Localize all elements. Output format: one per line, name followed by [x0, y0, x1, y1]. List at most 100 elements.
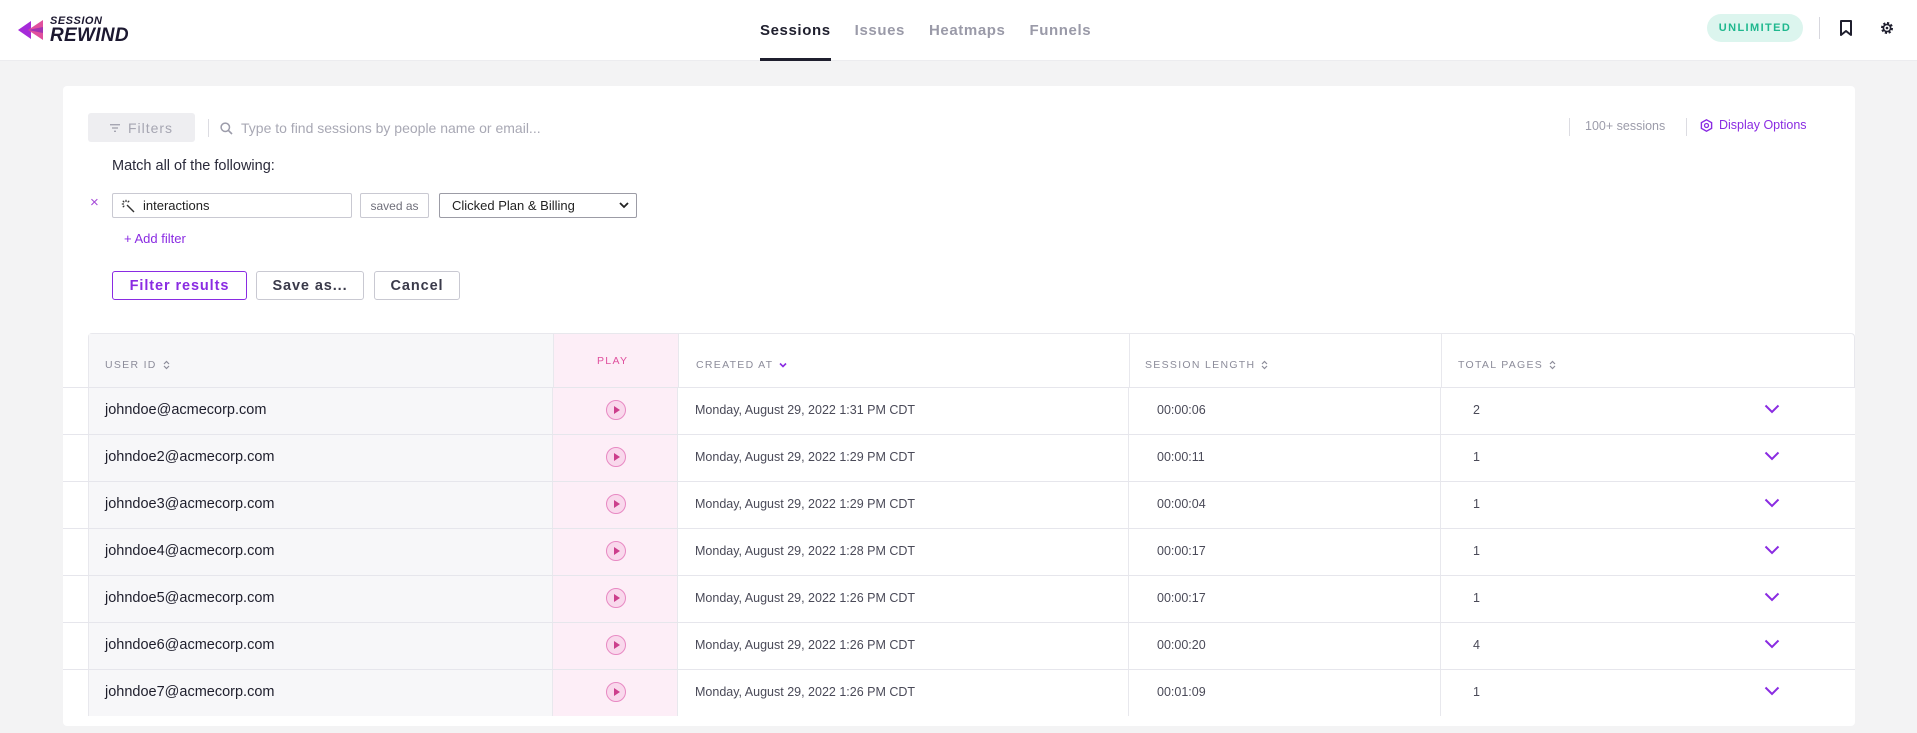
header-session-length[interactable]: SESSION LENGTH	[1145, 359, 1268, 371]
tab-issues[interactable]: Issues	[855, 0, 905, 61]
row-total-pages: 1	[1473, 685, 1480, 699]
header-user-id[interactable]: USER ID	[105, 359, 170, 371]
display-options-button[interactable]: Display Options	[1700, 118, 1807, 132]
filter-operator[interactable]: saved as	[360, 193, 429, 218]
row-user-id: johndoe4@acmecorp.com	[105, 543, 275, 559]
filters-button[interactable]: Filters	[88, 113, 195, 142]
tab-heatmaps[interactable]: Heatmaps	[929, 0, 1006, 61]
row-total-pages: 1	[1473, 544, 1480, 558]
row-total-pages: 1	[1473, 497, 1480, 511]
row-created-at: Monday, August 29, 2022 1:26 PM CDT	[695, 685, 916, 699]
brand-logo[interactable]: SESSION REWIND	[18, 15, 129, 45]
row-session-length: 00:00:17	[1157, 591, 1206, 605]
row-user-id: johndoe@acmecorp.com	[105, 402, 267, 418]
options-divider	[1686, 118, 1687, 136]
chevron-down-icon	[619, 202, 629, 209]
filter-icon	[109, 123, 120, 132]
row-session-length: 00:00:17	[1157, 544, 1206, 558]
sessions-count: 100+ sessions	[1585, 119, 1666, 133]
row-user-id: johndoe2@acmecorp.com	[105, 449, 275, 465]
row-session-length: 00:00:11	[1157, 450, 1205, 464]
main-nav: Sessions Issues Heatmaps Funnels	[760, 0, 1115, 61]
saved-value-select[interactable]: Clicked Plan & Billing	[439, 193, 637, 218]
row-total-pages: 1	[1473, 450, 1480, 464]
search-bar	[220, 115, 1520, 141]
row-total-pages: 2	[1473, 403, 1480, 417]
play-icon[interactable]	[606, 588, 626, 608]
table-row[interactable]: johndoe4@acmecorp.com Monday, August 29,…	[63, 528, 1855, 575]
row-total-pages: 1	[1473, 591, 1480, 605]
row-created-at: Monday, August 29, 2022 1:29 PM CDT	[695, 450, 916, 464]
header-created-at[interactable]: CREATED AT	[696, 359, 787, 371]
row-total-pages: 4	[1473, 638, 1480, 652]
header-play: PLAY	[597, 355, 629, 367]
filter-field-value: interactions	[143, 198, 210, 213]
row-created-at: Monday, August 29, 2022 1:26 PM CDT	[695, 591, 916, 605]
tab-funnels[interactable]: Funnels	[1029, 0, 1091, 61]
display-options-label: Display Options	[1719, 118, 1807, 132]
brand-wordmark: SESSION REWIND	[50, 15, 129, 45]
row-session-length: 00:00:20	[1157, 638, 1206, 652]
gear-icon[interactable]	[1877, 18, 1897, 38]
row-user-id: johndoe6@acmecorp.com	[105, 637, 275, 653]
bookmark-icon[interactable]	[1836, 18, 1856, 38]
table-header: USER ID PLAY CREATED AT SESSION LENGTH T…	[88, 333, 1855, 388]
sessions-table: USER ID PLAY CREATED AT SESSION LENGTH T…	[63, 333, 1855, 733]
row-user-id: johndoe3@acmecorp.com	[105, 496, 275, 512]
filter-field-select[interactable]: interactions	[112, 193, 352, 218]
match-label: Match all of the following:	[112, 158, 275, 174]
plan-badge: UNLIMITED	[1707, 14, 1803, 42]
play-icon[interactable]	[606, 400, 626, 420]
row-created-at: Monday, August 29, 2022 1:26 PM CDT	[695, 638, 916, 652]
expand-chevron-icon[interactable]	[1764, 636, 1780, 654]
table-row[interactable]: johndoe3@acmecorp.com Monday, August 29,…	[63, 481, 1855, 528]
top-bar: SESSION REWIND Sessions Issues Heatmaps …	[0, 0, 1917, 61]
play-icon[interactable]	[606, 635, 626, 655]
logo-rewind-icon	[18, 20, 43, 40]
remove-filter-icon[interactable]: ×	[90, 194, 99, 211]
filter-results-button[interactable]: Filter results	[112, 271, 247, 300]
saved-value-text: Clicked Plan & Billing	[452, 198, 575, 213]
table-row[interactable]: johndoe5@acmecorp.com Monday, August 29,…	[63, 575, 1855, 622]
sort-icon	[163, 360, 170, 370]
sort-descending-icon	[779, 362, 787, 368]
play-icon[interactable]	[606, 447, 626, 467]
tab-sessions[interactable]: Sessions	[760, 0, 831, 61]
expand-chevron-icon[interactable]	[1764, 448, 1780, 466]
play-icon[interactable]	[606, 682, 626, 702]
search-input[interactable]	[241, 120, 841, 136]
expand-chevron-icon[interactable]	[1764, 495, 1780, 513]
play-icon[interactable]	[606, 541, 626, 561]
table-row[interactable]: johndoe7@acmecorp.com Monday, August 29,…	[63, 669, 1855, 716]
table-row[interactable]: johndoe6@acmecorp.com Monday, August 29,…	[63, 622, 1855, 669]
save-as-button[interactable]: Save as...	[256, 271, 364, 300]
play-icon[interactable]	[606, 494, 626, 514]
header-divider	[1819, 17, 1820, 39]
filters-label: Filters	[127, 119, 174, 136]
expand-chevron-icon[interactable]	[1764, 401, 1780, 419]
row-session-length: 00:00:04	[1157, 497, 1206, 511]
hexagon-settings-icon	[1700, 118, 1713, 132]
expand-chevron-icon[interactable]	[1764, 683, 1780, 701]
count-divider	[1569, 118, 1570, 136]
toolbar-divider	[208, 119, 209, 137]
row-user-id: johndoe7@acmecorp.com	[105, 684, 275, 700]
add-filter-link[interactable]: + Add filter	[124, 231, 186, 246]
sort-icon	[1261, 360, 1268, 370]
row-created-at: Monday, August 29, 2022 1:28 PM CDT	[695, 544, 916, 558]
table-row[interactable]: johndoe@acmecorp.com Monday, August 29, …	[63, 387, 1855, 434]
search-icon	[220, 121, 233, 135]
row-session-length: 00:01:09	[1157, 685, 1206, 699]
cancel-button[interactable]: Cancel	[374, 271, 460, 300]
sparkle-interaction-icon	[121, 199, 135, 212]
sort-icon	[1549, 360, 1556, 370]
expand-chevron-icon[interactable]	[1764, 589, 1780, 607]
row-user-id: johndoe5@acmecorp.com	[105, 590, 275, 606]
row-created-at: Monday, August 29, 2022 1:31 PM CDT	[695, 403, 916, 417]
expand-chevron-icon[interactable]	[1764, 542, 1780, 560]
table-row[interactable]: johndoe2@acmecorp.com Monday, August 29,…	[63, 434, 1855, 481]
sessions-card: Filters 100+ sessions Display Options Ma…	[63, 86, 1855, 726]
row-session-length: 00:00:06	[1157, 403, 1206, 417]
row-created-at: Monday, August 29, 2022 1:29 PM CDT	[695, 497, 916, 511]
header-total-pages[interactable]: TOTAL PAGES	[1458, 359, 1556, 371]
